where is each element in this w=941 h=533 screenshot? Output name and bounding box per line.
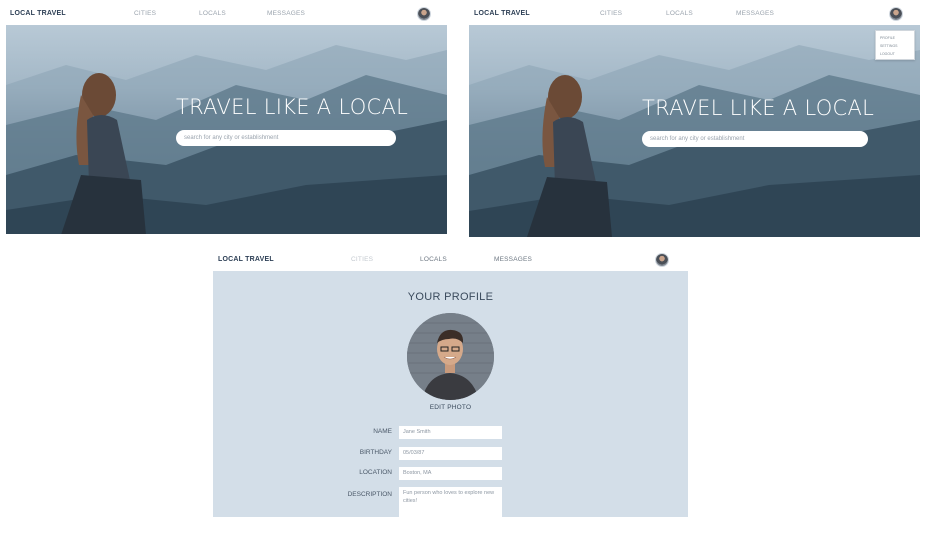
- traveler-silhouette: [527, 75, 612, 237]
- nav-link-cities[interactable]: CITIES: [134, 10, 156, 17]
- hero-title: TRAVEL LIKE A LOCAL: [642, 96, 875, 120]
- home-screen: LOCAL TRAVEL CITIES LOCALS MESSAGES TRAV…: [6, 3, 447, 234]
- field-label-name: NAME: [373, 428, 392, 435]
- nav-link-cities[interactable]: CITIES: [351, 256, 373, 263]
- hero-banner: TRAVEL LIKE A LOCAL search for any city …: [6, 25, 447, 234]
- hero-title: TRAVEL LIKE A LOCAL: [176, 95, 409, 119]
- nav-link-messages[interactable]: MESSAGES: [494, 256, 532, 263]
- field-label-description: DESCRIPTION: [347, 491, 392, 498]
- field-label-birthday: BIRTHDAY: [359, 449, 392, 456]
- profile-photo[interactable]: [407, 313, 494, 400]
- profile-content: YOUR PROFILE EDIT PHOTO NAME Jane Smith: [213, 271, 688, 518]
- user-dropdown-menu: PROFILE SETTINGS LOGOUT: [875, 30, 915, 60]
- edit-photo-link[interactable]: EDIT PHOTO: [213, 404, 688, 411]
- menu-item-logout[interactable]: LOGOUT: [880, 50, 910, 58]
- hero-banner: TRAVEL LIKE A LOCAL search for any city …: [469, 25, 920, 237]
- description-field[interactable]: Fun person who loves to explore new citi…: [399, 487, 502, 518]
- navbar: LOCAL TRAVEL CITIES LOCALS MESSAGES: [6, 3, 447, 25]
- name-field[interactable]: Jane Smith: [399, 426, 502, 439]
- nav-link-cities[interactable]: CITIES: [600, 10, 622, 17]
- location-field[interactable]: Boston, MA: [399, 467, 502, 480]
- search-input[interactable]: search for any city or establishment: [176, 130, 396, 146]
- home-screen-menu-open: LOCAL TRAVEL CITIES LOCALS MESSAGES TRAV…: [469, 3, 920, 237]
- brand-logo[interactable]: LOCAL TRAVEL: [218, 256, 274, 263]
- navbar: LOCAL TRAVEL CITIES LOCALS MESSAGES: [213, 249, 688, 271]
- menu-item-profile[interactable]: PROFILE: [880, 34, 910, 42]
- nav-link-messages[interactable]: MESSAGES: [736, 10, 774, 17]
- traveler-silhouette: [61, 73, 146, 234]
- user-avatar[interactable]: [656, 254, 668, 266]
- search-input[interactable]: search for any city or establishment: [642, 131, 868, 147]
- page-title: YOUR PROFILE: [407, 291, 494, 303]
- user-avatar[interactable]: [418, 8, 430, 20]
- user-avatar[interactable]: [890, 8, 902, 20]
- brand-logo[interactable]: LOCAL TRAVEL: [10, 10, 66, 17]
- navbar: LOCAL TRAVEL CITIES LOCALS MESSAGES: [469, 3, 920, 25]
- nav-link-locals[interactable]: LOCALS: [199, 10, 226, 17]
- profile-screen: LOCAL TRAVEL CITIES LOCALS MESSAGES YOUR…: [213, 249, 688, 518]
- profile-photo-image: [407, 313, 494, 400]
- nav-link-locals[interactable]: LOCALS: [666, 10, 693, 17]
- birthday-field[interactable]: 05/03/87: [399, 447, 502, 460]
- brand-logo[interactable]: LOCAL TRAVEL: [474, 10, 530, 17]
- field-label-location: LOCATION: [359, 469, 392, 476]
- nav-link-locals[interactable]: LOCALS: [420, 256, 447, 263]
- menu-item-settings[interactable]: SETTINGS: [880, 42, 910, 50]
- nav-link-messages[interactable]: MESSAGES: [267, 10, 305, 17]
